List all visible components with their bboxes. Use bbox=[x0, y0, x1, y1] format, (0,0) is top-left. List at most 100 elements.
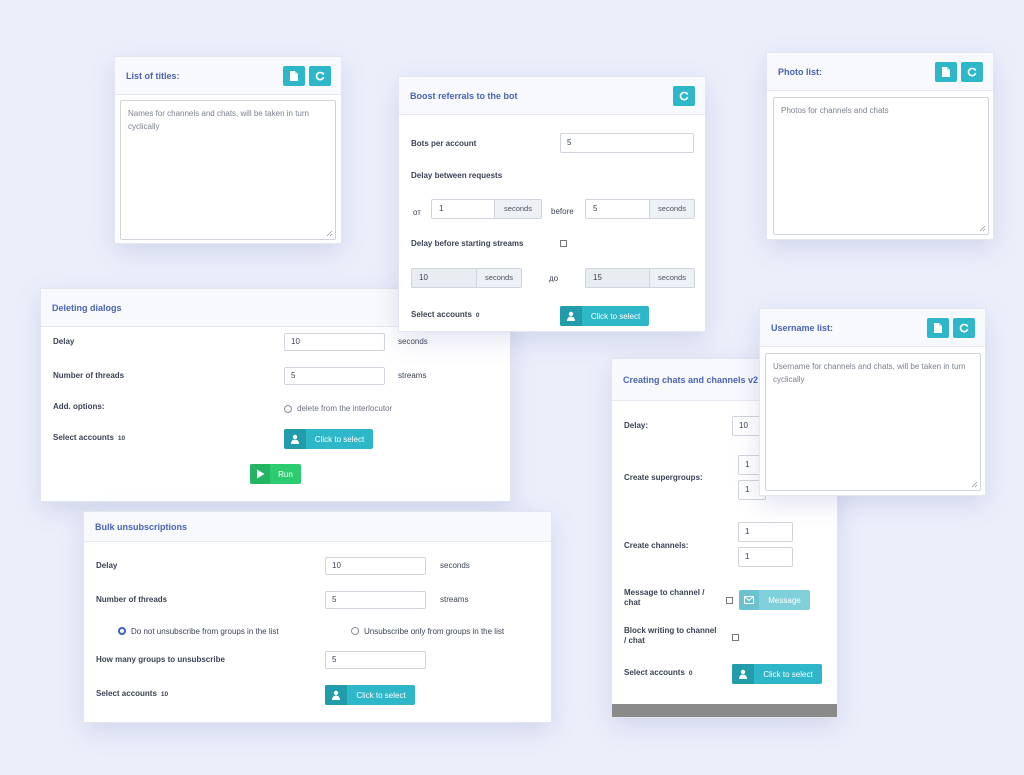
select-button-label: Click to select bbox=[763, 669, 813, 679]
threads-label: Number of threads bbox=[53, 371, 125, 380]
message-button-label: Message bbox=[768, 595, 801, 605]
envelope-icon bbox=[739, 590, 759, 610]
select-accounts-count: 0 bbox=[688, 670, 693, 677]
delay-from-unit: seconds bbox=[494, 199, 542, 219]
refresh-icon[interactable] bbox=[961, 61, 983, 82]
threads-unit: streams bbox=[440, 595, 469, 604]
before-label: before bbox=[551, 207, 574, 216]
delay-to-unit: seconds bbox=[649, 199, 695, 219]
bulk-unsubscriptions-card: Bulk unsubscriptions Delay 10 seconds Nu… bbox=[83, 511, 552, 723]
delay-streams-checkbox[interactable] bbox=[560, 240, 567, 247]
threads-input[interactable]: 5 bbox=[325, 591, 426, 609]
delay-input[interactable]: 10 bbox=[284, 333, 385, 351]
card-header: List of titles: bbox=[115, 57, 341, 95]
card-title: Bulk unsubscriptions bbox=[95, 521, 188, 532]
user-icon bbox=[325, 685, 347, 705]
threads-input[interactable]: 5 bbox=[284, 367, 385, 385]
select-accounts-count: 10 bbox=[117, 435, 126, 442]
delay-unit: seconds bbox=[398, 337, 428, 346]
to-label: до bbox=[549, 274, 559, 283]
select-accounts-count: 0 bbox=[475, 312, 480, 319]
channels-input-1[interactable]: 1 bbox=[738, 522, 793, 542]
delay-unit: seconds bbox=[440, 561, 470, 570]
select-accounts-count: 10 bbox=[160, 691, 169, 698]
card-title: Photo list: bbox=[778, 66, 822, 77]
run-button[interactable]: Run bbox=[250, 464, 301, 484]
select-accounts-label: Select accounts 10 bbox=[96, 689, 168, 698]
message-checkbox[interactable] bbox=[726, 597, 733, 604]
file-icon[interactable] bbox=[283, 65, 305, 86]
bots-per-account-label: Bots per account bbox=[411, 139, 477, 148]
select-button-label: Click to select bbox=[314, 434, 365, 444]
photos-textarea[interactable]: Photos for channels and chats bbox=[773, 97, 989, 235]
select-accounts-button[interactable]: Click to select bbox=[732, 664, 822, 684]
delay-label: Delay bbox=[96, 561, 118, 570]
message-button[interactable]: Message bbox=[739, 590, 810, 610]
card-header: Boost referrals to the bot bbox=[399, 77, 705, 115]
delay-label: Delay bbox=[53, 337, 75, 346]
delete-option-radio[interactable] bbox=[284, 405, 292, 413]
card-header: Username list: bbox=[760, 309, 985, 347]
textarea-placeholder: Photos for channels and chats bbox=[781, 106, 889, 115]
file-icon[interactable] bbox=[927, 317, 949, 338]
photo-list-card: Photo list: Photos for channels and chat… bbox=[766, 52, 994, 240]
stream-from-unit: seconds bbox=[476, 268, 522, 288]
delay-streams-label: Delay before starting streams bbox=[411, 239, 524, 248]
from-label: от bbox=[413, 208, 421, 217]
radio-do-not-unsubscribe[interactable] bbox=[118, 627, 126, 635]
resize-grip-icon[interactable] bbox=[979, 225, 986, 232]
select-accounts-button[interactable]: Click to select bbox=[325, 685, 415, 705]
run-button-label: Run bbox=[278, 469, 293, 479]
textarea-placeholder: Names for channels and chats, will be ta… bbox=[128, 109, 309, 131]
block-writing-checkbox[interactable] bbox=[732, 634, 739, 641]
select-accounts-button[interactable]: Click to select bbox=[560, 306, 649, 326]
card-header: Bulk unsubscriptions bbox=[84, 512, 551, 542]
refresh-icon[interactable] bbox=[673, 85, 695, 106]
channels-input-2[interactable]: 1 bbox=[738, 547, 793, 567]
card-header: Photo list: bbox=[767, 53, 993, 91]
textarea-placeholder: Username for channels and chats, will be… bbox=[773, 362, 966, 384]
radio-1-label: Do not unsubscribe from groups in the li… bbox=[131, 627, 279, 636]
options-label: Add. options: bbox=[53, 402, 105, 411]
refresh-icon[interactable] bbox=[309, 65, 331, 86]
play-icon bbox=[250, 464, 270, 484]
delay-input[interactable]: 10 bbox=[325, 557, 426, 575]
groups-count-label: How many groups to unsubscribe bbox=[96, 655, 225, 664]
delete-option-label: delete from the interlocutor bbox=[297, 404, 393, 413]
select-accounts-text: Select accounts bbox=[96, 689, 157, 698]
titles-textarea[interactable]: Names for channels and chats, will be ta… bbox=[120, 100, 336, 240]
threads-label: Number of threads bbox=[96, 595, 168, 604]
delay-to-input[interactable]: 5 bbox=[585, 199, 650, 219]
supergroups-label: Create supergroups: bbox=[624, 473, 703, 482]
user-icon bbox=[284, 429, 306, 449]
file-icon[interactable] bbox=[935, 61, 957, 82]
card-title: Username list: bbox=[771, 322, 834, 333]
refresh-icon[interactable] bbox=[953, 317, 975, 338]
resize-grip-icon[interactable] bbox=[326, 230, 333, 237]
delay-from-input[interactable]: 1 bbox=[431, 199, 495, 219]
stream-from-input[interactable]: 10 bbox=[411, 268, 477, 288]
select-accounts-text: Select accounts bbox=[53, 433, 114, 442]
select-accounts-text: Select accounts bbox=[411, 310, 472, 319]
username-list-card: Username list: Username for channels and… bbox=[759, 308, 986, 496]
select-accounts-button[interactable]: Click to select bbox=[284, 429, 373, 449]
bots-per-account-input[interactable]: 5 bbox=[560, 133, 694, 153]
delay-requests-label: Delay between requests bbox=[411, 171, 503, 180]
select-accounts-label: Select accounts 10 bbox=[53, 433, 125, 442]
list-of-titles-card: List of titles: Names for channels and c… bbox=[114, 56, 342, 244]
stream-to-input[interactable]: 15 bbox=[585, 268, 650, 288]
block-writing-label: Block writing to channel / chat bbox=[624, 626, 717, 645]
stream-to-unit: seconds bbox=[649, 268, 695, 288]
radio-2-label: Unsubscribe only from groups in the list bbox=[364, 627, 505, 636]
resize-grip-icon[interactable] bbox=[971, 481, 978, 488]
groups-count-input[interactable]: 5 bbox=[325, 651, 426, 669]
channels-label: Create channels: bbox=[624, 541, 689, 550]
username-textarea[interactable]: Username for channels and chats, will be… bbox=[765, 353, 981, 491]
user-icon bbox=[560, 306, 582, 326]
select-accounts-text: Select accounts bbox=[624, 668, 685, 677]
delay-label: Delay: bbox=[624, 421, 649, 430]
card-title: List of titles: bbox=[126, 70, 180, 81]
select-accounts-label: Select accounts 0 bbox=[411, 310, 480, 319]
footer-bar bbox=[612, 704, 837, 717]
radio-unsubscribe-only[interactable] bbox=[351, 627, 359, 635]
